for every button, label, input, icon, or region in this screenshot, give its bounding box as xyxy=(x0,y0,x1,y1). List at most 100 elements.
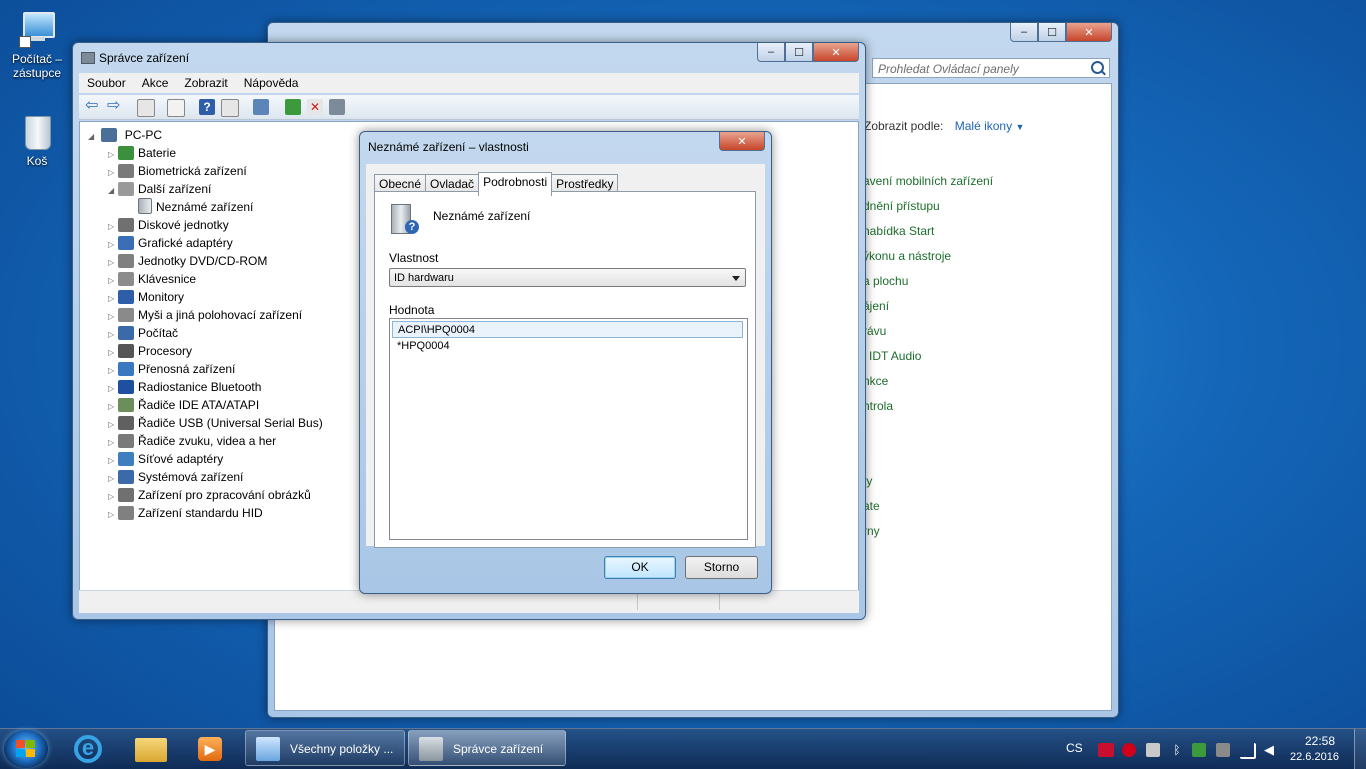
start-button[interactable] xyxy=(4,730,48,768)
tree-node[interactable]: ▷ Klávesnice xyxy=(108,270,196,288)
control-panel-link[interactable]: avení mobilních zařízení xyxy=(863,174,993,188)
tree-node-label: Klávesnice xyxy=(138,272,197,286)
control-panel-link[interactable]: l IDT Audio xyxy=(863,349,921,363)
task-control-panel[interactable]: Všechny položky ... xyxy=(245,730,405,766)
ati-icon[interactable] xyxy=(1098,743,1114,757)
security-icon[interactable] xyxy=(1122,743,1136,757)
tree-node[interactable]: ▷ Diskové jednotky xyxy=(108,216,229,234)
tree-node[interactable]: ▷ Jednotky DVD/CD-ROM xyxy=(108,252,267,270)
expander-open-icon[interactable]: ◢ xyxy=(88,128,98,146)
tree-node[interactable]: ▷ Počítač xyxy=(108,324,178,342)
search-input[interactable]: Prohledat Ovládací panely xyxy=(872,58,1110,78)
back-icon[interactable]: ⇦ xyxy=(85,98,101,115)
menu-napoveda[interactable]: Nápověda xyxy=(236,73,307,93)
expander-closed-icon[interactable]: ▷ xyxy=(108,506,118,524)
view-by-dropdown[interactable]: Malé ikony xyxy=(955,119,1012,133)
tree-node[interactable]: ▷ Monitory xyxy=(108,288,184,306)
control-panel-link[interactable]: ntrola xyxy=(863,399,893,413)
network-status-icon[interactable] xyxy=(1192,743,1206,757)
tree-node[interactable]: ▷ Zařízení pro zpracování obrázků xyxy=(108,486,311,504)
control-panel-link[interactable]: rávu xyxy=(863,324,886,338)
tree-node-label: Řadiče zvuku, videa a her xyxy=(138,434,277,448)
close-button[interactable]: ✕ xyxy=(1066,23,1112,42)
action-icon[interactable] xyxy=(221,99,239,117)
menu-soubor[interactable]: Soubor xyxy=(79,73,134,93)
tree-node-label: Diskové jednotky xyxy=(138,218,229,232)
device-category-icon xyxy=(118,308,134,322)
tree-node[interactable]: ▷ Řadiče IDE ATA/ATAPI xyxy=(108,396,259,414)
folder-icon xyxy=(135,738,167,762)
menu-zobrazit[interactable]: Zobrazit xyxy=(176,73,235,93)
device-category-icon xyxy=(118,470,134,484)
tree-node[interactable]: ▷ Myši a jiná polohovací zařízení xyxy=(108,306,302,324)
ok-button[interactable]: OK xyxy=(604,556,676,579)
tree-node[interactable]: ▷ Baterie xyxy=(108,144,176,162)
scan-hardware-icon[interactable] xyxy=(253,99,269,115)
control-panel-link[interactable]: dnění přístupu xyxy=(863,199,940,213)
media-player-icon: ▶ xyxy=(198,737,222,761)
tree-node-label: Radiostanice Bluetooth xyxy=(138,380,262,394)
list-item[interactable]: ACPI\HPQ0004 xyxy=(392,321,743,338)
update-driver-icon[interactable] xyxy=(285,99,301,115)
desktop-icon-computer[interactable]: Počítač – zástupce xyxy=(2,10,72,80)
language-indicator[interactable]: CS xyxy=(1066,741,1083,755)
audio-manager-icon[interactable] xyxy=(1146,743,1160,757)
control-panel-link[interactable]: nkce xyxy=(863,374,888,388)
control-panel-link[interactable]: a plochu xyxy=(863,274,908,288)
disable-device-icon[interactable] xyxy=(329,99,345,115)
tree-node[interactable]: ▷ Řadiče USB (Universal Serial Bus) xyxy=(108,414,323,432)
control-panel-link[interactable]: ýkonu a nástroje xyxy=(863,249,951,263)
clock-date[interactable]: 22.6.2016 xyxy=(1290,751,1339,763)
properties-icon[interactable] xyxy=(167,99,185,117)
forward-icon[interactable]: ⇨ xyxy=(107,98,123,115)
clock-time[interactable]: 22:58 xyxy=(1305,734,1335,748)
volume-icon[interactable]: ◀ xyxy=(1264,743,1278,757)
tree-node[interactable]: Neznámé zařízení xyxy=(128,198,254,216)
tree-node[interactable]: ▷ Systémová zařízení xyxy=(108,468,243,486)
close-button[interactable]: ✕ xyxy=(813,43,859,62)
tree-node[interactable]: ▷ Řadiče zvuku, videa a her xyxy=(108,432,276,450)
cancel-button[interactable]: Storno xyxy=(685,556,758,579)
show-hide-console-tree-icon[interactable] xyxy=(137,99,155,117)
tree-node[interactable]: ▷ Biometrická zařízení xyxy=(108,162,247,180)
maximize-button[interactable]: ☐ xyxy=(1038,23,1066,42)
tree-node-label: Grafické adaptéry xyxy=(138,236,233,250)
menu-akce[interactable]: Akce xyxy=(134,73,177,93)
device-category-icon xyxy=(118,452,134,466)
pinned-explorer[interactable] xyxy=(124,731,178,767)
maximize-button[interactable]: ☐ xyxy=(785,43,813,62)
control-panel-link[interactable]: nabídka Start xyxy=(863,224,934,238)
pinned-internet-explorer[interactable]: e xyxy=(62,731,116,767)
search-icon[interactable] xyxy=(1091,61,1104,74)
list-item[interactable]: *HPQ0004 xyxy=(392,338,743,355)
tree-node-label: Řadiče USB (Universal Serial Bus) xyxy=(138,416,323,430)
action-center-icon[interactable] xyxy=(1216,743,1230,757)
bluetooth-icon[interactable]: ᛒ xyxy=(1170,743,1184,757)
tree-node[interactable]: ◢ Další zařízení xyxy=(108,180,211,198)
tab-podrobnosti[interactable]: Podrobnosti xyxy=(478,172,553,196)
show-desktop-button[interactable] xyxy=(1354,729,1366,769)
minimize-button[interactable]: – xyxy=(757,43,785,62)
device-category-icon xyxy=(118,380,134,394)
properties-dialog[interactable]: Neznámé zařízení – vlastnosti ✕ Obecné O… xyxy=(359,131,772,594)
tree-node[interactable]: ▷ Radiostanice Bluetooth xyxy=(108,378,261,396)
property-select[interactable]: ID hardwaru xyxy=(389,268,746,287)
task-device-manager[interactable]: Správce zařízení xyxy=(408,730,566,766)
help-icon[interactable]: ? xyxy=(199,99,215,115)
desktop-icon-recycle-bin[interactable]: Koš xyxy=(2,112,72,168)
value-list[interactable]: ACPI\HPQ0004 *HPQ0004 xyxy=(389,318,748,540)
expander-open-icon[interactable]: ◢ xyxy=(108,182,118,200)
pinned-media-player[interactable]: ▶ xyxy=(184,731,238,767)
tree-node[interactable]: ▷ Přenosná zařízení xyxy=(108,360,235,378)
minimize-button[interactable]: – xyxy=(1010,23,1038,42)
tree-node[interactable]: ▷ Zařízení standardu HID xyxy=(108,504,263,522)
search-placeholder: Prohledat Ovládací panely xyxy=(878,62,1019,76)
tree-root[interactable]: ◢ PC-PC xyxy=(88,126,162,144)
tree-node[interactable]: ▷ Síťové adaptéry xyxy=(108,450,223,468)
tree-node[interactable]: ▷ Procesory xyxy=(108,342,192,360)
close-button[interactable]: ✕ xyxy=(719,132,765,151)
signal-icon[interactable] xyxy=(1240,743,1256,759)
uninstall-icon[interactable]: ✕ xyxy=(307,99,323,115)
tree-node[interactable]: ▷ Grafické adaptéry xyxy=(108,234,233,252)
control-panel-link[interactable]: ájení xyxy=(863,299,889,313)
